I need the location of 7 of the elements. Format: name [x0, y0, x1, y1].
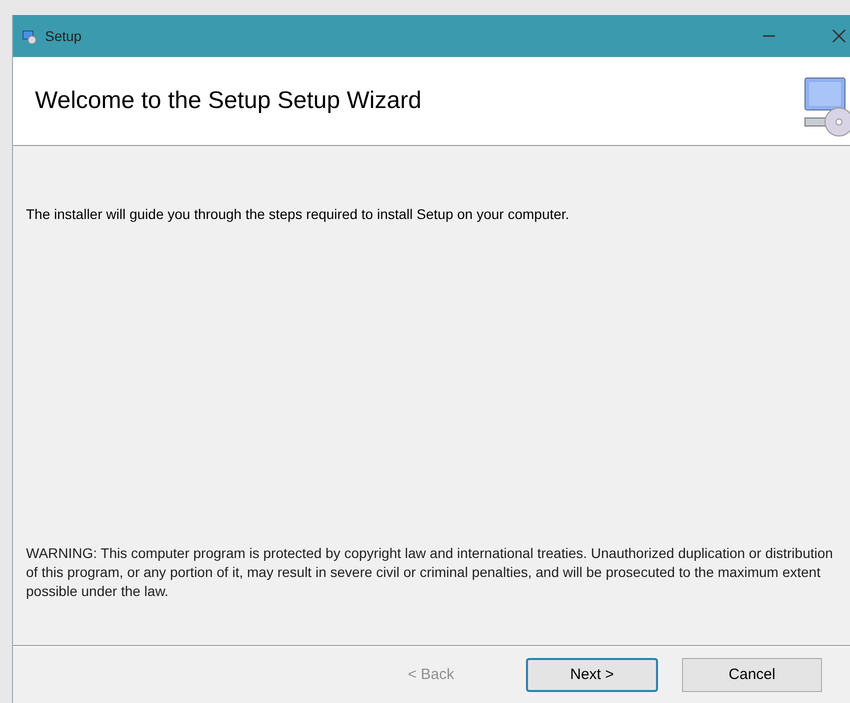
wizard-heading: Welcome to the Setup Setup Wizard [35, 87, 422, 115]
wizard-button[interactable]: Cancel [682, 658, 822, 692]
window-title: Setup [45, 28, 82, 44]
setup-app-icon [21, 28, 37, 44]
wizard-button[interactable]: Next > [526, 658, 658, 692]
copyright-warning: WARNING: This computer program is protected by copyright law and international treaties. Unauthorized duplication or distribution of this program, or any portion of it, may result in severe civil or criminal penalties, and will be prosecuted to the maximum extent possible under the law. [26, 544, 834, 601]
intro-text: The installer will guide you through the steps required to install Setup on your computer. [26, 206, 570, 222]
